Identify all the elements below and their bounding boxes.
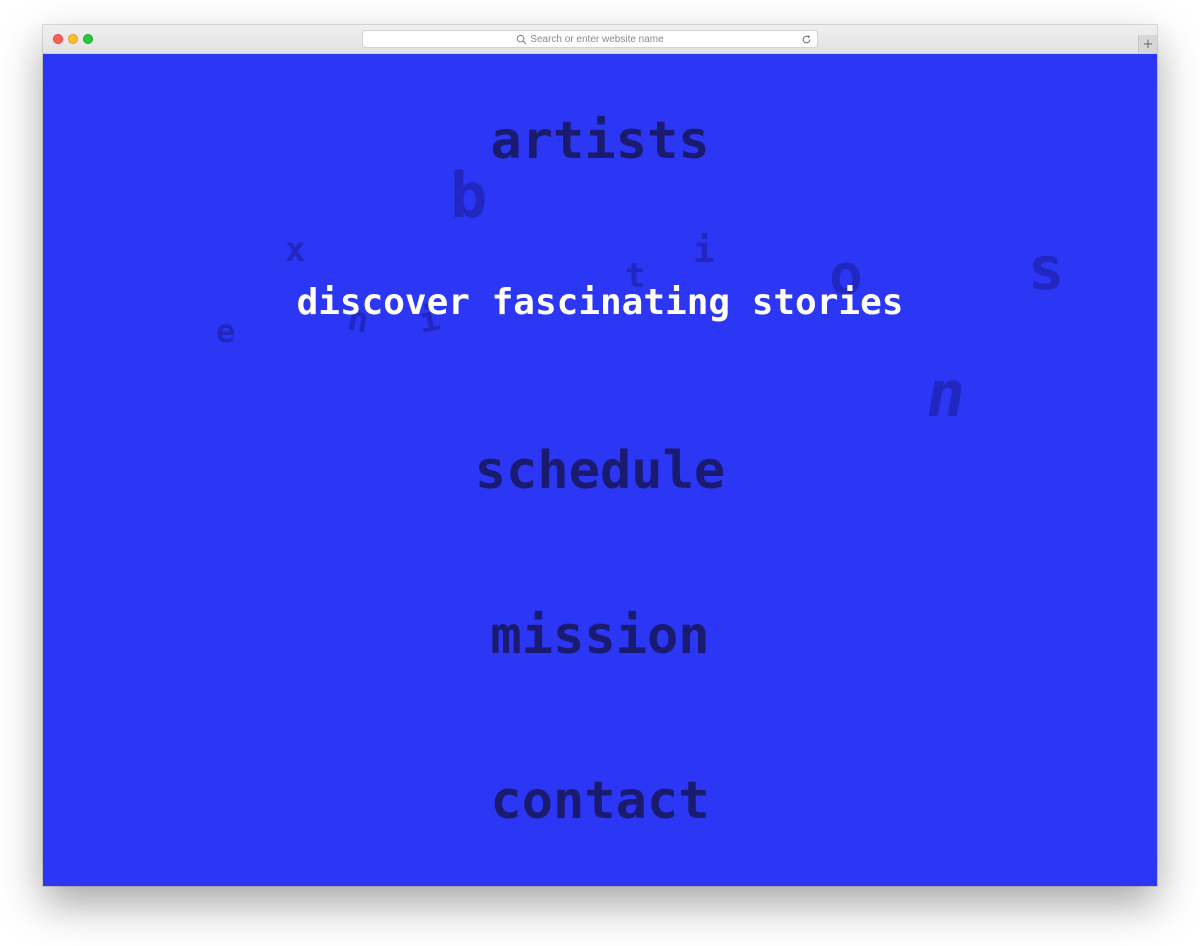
- floating-letter: n: [920, 358, 973, 432]
- address-bar[interactable]: Search or enter website name: [362, 30, 818, 48]
- address-placeholder: Search or enter website name: [530, 33, 664, 45]
- reload-icon[interactable]: [801, 34, 812, 45]
- search-icon: [517, 34, 527, 44]
- zoom-window-button[interactable]: [83, 34, 93, 44]
- hero-tagline: discover fascinating stories: [296, 282, 904, 323]
- floating-letter: x: [285, 230, 306, 270]
- browser-titlebar: Search or enter website name +: [43, 25, 1157, 54]
- nav-link-artists[interactable]: artists: [43, 115, 1157, 167]
- nav-link-mission[interactable]: mission: [43, 610, 1157, 662]
- close-window-button[interactable]: [53, 34, 63, 44]
- floating-letter: b: [450, 159, 488, 232]
- minimize-window-button[interactable]: [68, 34, 78, 44]
- new-tab-button[interactable]: +: [1138, 35, 1157, 53]
- floating-letter: i: [693, 230, 715, 271]
- nav-link-contact[interactable]: contact: [43, 775, 1157, 827]
- page-content: b x e n i t i o s n discover fascinating…: [43, 53, 1157, 886]
- address-bar-inner[interactable]: Search or enter website name: [363, 31, 817, 47]
- browser-window: Search or enter website name + b x e n i…: [43, 25, 1157, 886]
- nav-link-schedule[interactable]: schedule: [43, 445, 1157, 497]
